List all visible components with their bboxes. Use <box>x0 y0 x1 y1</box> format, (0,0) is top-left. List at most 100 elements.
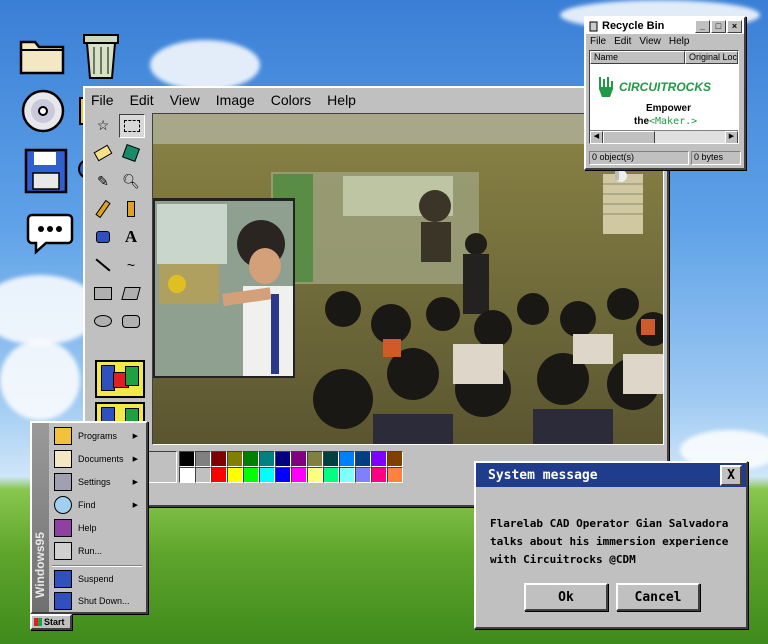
menu-item-suspend[interactable]: Suspend <box>54 568 144 590</box>
polygon-icon[interactable] <box>119 282 143 304</box>
color-swatch[interactable] <box>243 467 259 483</box>
maximize-button[interactable]: □ <box>711 19 726 33</box>
menu-item-documents[interactable]: Documents ▶ <box>54 448 144 470</box>
color-swatch[interactable] <box>339 451 355 467</box>
color-swatch[interactable] <box>387 451 403 467</box>
menu-view[interactable]: View <box>170 92 200 108</box>
magnifier-icon[interactable]: 🔍︎ <box>119 170 143 192</box>
menu-edit[interactable]: Edit <box>130 92 154 108</box>
scroll-thumb[interactable] <box>603 131 655 143</box>
chevron-right-icon: ▶ <box>132 433 138 440</box>
color-swatch[interactable] <box>323 467 339 483</box>
menu-image[interactable]: Image <box>216 92 255 108</box>
color-swatch[interactable] <box>195 451 211 467</box>
menu-item-find[interactable]: Find ▶ <box>54 494 144 516</box>
speech-bubble-icon[interactable] <box>26 212 74 261</box>
color-swatch[interactable] <box>323 451 339 467</box>
shutdown-label: Shut Down... <box>78 596 130 606</box>
close-button[interactable]: × <box>727 19 742 33</box>
rectangle-icon[interactable] <box>91 282 115 304</box>
color-swatch[interactable] <box>259 451 275 467</box>
menu-file[interactable]: File <box>590 36 606 47</box>
color-swatch[interactable] <box>227 467 243 483</box>
chevron-right-icon: ▶ <box>132 479 138 486</box>
ellipse-icon[interactable] <box>91 310 115 332</box>
brush-icon[interactable] <box>119 198 143 220</box>
scroll-right-icon[interactable]: ▶ <box>725 131 738 143</box>
color-swatch[interactable] <box>179 451 195 467</box>
menu-item-settings[interactable]: Settings ▶ <box>54 471 144 493</box>
menu-help[interactable]: Help <box>327 92 356 108</box>
color-swatch[interactable] <box>211 467 227 483</box>
color-swatch[interactable] <box>179 467 195 483</box>
color-swatch[interactable] <box>275 451 291 467</box>
color-swatch[interactable] <box>371 467 387 483</box>
airbrush-icon[interactable] <box>91 226 115 248</box>
color-swatch[interactable] <box>291 467 307 483</box>
start-button[interactable]: Start <box>30 614 72 630</box>
ok-button[interactable]: Ok <box>524 583 608 611</box>
documents-icon <box>54 450 72 468</box>
scroll-left-icon[interactable]: ◀ <box>590 131 603 143</box>
menu-item-programs[interactable]: Programs ▶ <box>54 425 144 447</box>
curve-icon[interactable]: ~ <box>119 254 143 276</box>
column-name[interactable]: Name <box>590 51 685 64</box>
recycle-bin-icon[interactable] <box>80 30 122 87</box>
windows95-text: Windows95 <box>33 532 47 598</box>
chevron-right-icon: ▶ <box>132 502 138 509</box>
minimize-button[interactable]: _ <box>695 19 710 33</box>
start-menu-side-banner: Windows95 <box>32 423 49 612</box>
rect-select-icon[interactable] <box>119 114 145 138</box>
color-swatch[interactable] <box>291 451 307 467</box>
color-swatch[interactable] <box>339 467 355 483</box>
menu-view[interactable]: View <box>639 36 661 47</box>
floppy-disk-icon[interactable] <box>24 148 68 199</box>
fill-bucket-icon[interactable] <box>119 142 143 164</box>
dialog-titlebar[interactable]: System message X <box>476 463 746 487</box>
find-icon <box>54 496 72 514</box>
horizontal-scrollbar[interactable]: ◀ ▶ <box>590 130 738 143</box>
programs-label: Programs <box>78 431 118 441</box>
menu-item-run[interactable]: Run... <box>54 540 144 562</box>
system-message-dialog: System message X Flarelab CAD Operator G… <box>474 461 748 629</box>
eyedropper-icon[interactable]: ✎ <box>91 170 115 192</box>
color-swatch[interactable] <box>387 467 403 483</box>
eraser-icon[interactable] <box>91 142 115 164</box>
cd-disc-icon[interactable] <box>20 88 66 139</box>
free-select-icon[interactable]: ☆ <box>91 114 115 136</box>
color-swatch[interactable] <box>355 451 371 467</box>
rounded-rect-icon[interactable] <box>119 310 143 332</box>
color-swatch[interactable] <box>355 467 371 483</box>
color-swatch[interactable] <box>195 467 211 483</box>
line-icon[interactable] <box>91 254 115 276</box>
color-swatch[interactable] <box>275 467 291 483</box>
chevron-right-icon: ▶ <box>132 456 138 463</box>
color-swatch[interactable] <box>243 451 259 467</box>
dialog-close-button[interactable]: X <box>720 464 742 486</box>
help-book-icon <box>54 519 72 537</box>
color-swatch[interactable] <box>211 451 227 467</box>
recycle-bin-window: Recycle Bin _ □ × File Edit View Help Na… <box>584 16 746 170</box>
menu-file[interactable]: File <box>91 92 114 108</box>
desktop: File Edit View Image Colors Help ☆ ✎ 🔍︎ … <box>0 0 768 644</box>
menu-help[interactable]: Help <box>669 36 690 47</box>
paint-window: File Edit View Image Colors Help ☆ ✎ 🔍︎ … <box>83 86 669 507</box>
color-swatch[interactable] <box>371 451 387 467</box>
menu-item-shutdown[interactable]: Shut Down... <box>54 590 144 612</box>
pencil-icon[interactable] <box>91 198 115 220</box>
color-swatch[interactable] <box>307 451 323 467</box>
shutdown-icon <box>54 592 72 610</box>
color-swatch[interactable] <box>307 467 323 483</box>
documents-label: Documents <box>78 454 124 464</box>
color-swatch[interactable] <box>227 451 243 467</box>
column-original-location[interactable]: Original Locatio <box>685 51 738 64</box>
recycle-titlebar[interactable]: Recycle Bin _ □ × <box>586 18 744 34</box>
color-swatch[interactable] <box>259 467 275 483</box>
folder-icon[interactable] <box>18 34 66 81</box>
menu-colors[interactable]: Colors <box>271 92 311 108</box>
fill-style-option[interactable] <box>95 360 145 398</box>
menu-edit[interactable]: Edit <box>614 36 631 47</box>
menu-item-help[interactable]: Help <box>54 517 144 539</box>
cancel-button[interactable]: Cancel <box>616 583 700 611</box>
text-tool-icon[interactable]: A <box>119 226 143 248</box>
